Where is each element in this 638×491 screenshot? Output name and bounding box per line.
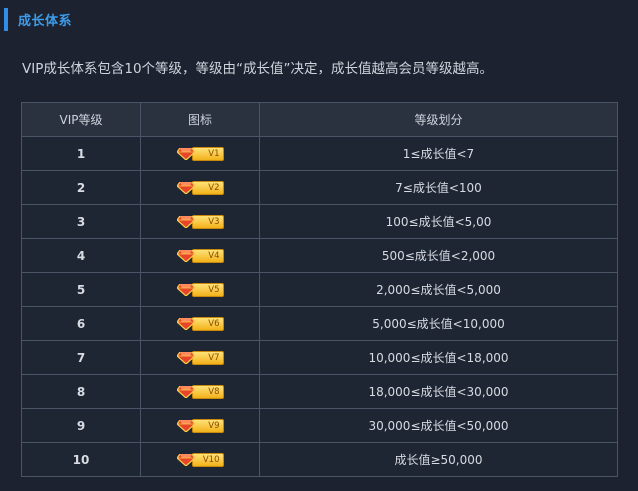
vip-icon-cell: V2 [140,170,260,205]
vip-icon-cell: V7 [140,340,260,375]
table-row: 1 V1 1≤成长值<7 [21,136,618,171]
vip-level-cell: 10 [21,442,141,477]
diamond-gem-icon [176,283,195,296]
diamond-gem-icon [176,351,195,364]
level-range-cell: 成长值≥50,000 [259,442,618,477]
level-range-cell: 5,000≤成长值<10,000 [259,306,618,341]
table-body: 1 V1 1≤成长值<7 2 V2 7≤成长值<100 3 V3 100≤成长值<5,00 4 V4… [21,136,618,477]
vip-level-cell: 9 [21,408,141,443]
level-range-cell: 10,000≤成长值<18,000 [259,340,618,375]
header-level-range: 等级划分 [259,102,618,137]
vip-level-cell: 1 [21,136,141,171]
vip-level-cell: 4 [21,238,141,273]
vip-level-cell: 2 [21,170,141,205]
table-row: 8 V8 18,000≤成长值<30,000 [21,374,618,409]
vip-badge-label: V10 [191,452,224,467]
vip-icon-cell: V4 [140,238,260,273]
table-header-row: VIP等级 图标 等级划分 [21,102,618,137]
vip-icon-cell: V9 [140,408,260,443]
vip-badge-icon: V7 [176,350,224,365]
table-row: 2 V2 7≤成长值<100 [21,170,618,205]
table-row: 7 V7 10,000≤成长值<18,000 [21,340,618,375]
vip-badge-icon: V4 [176,248,224,263]
level-range-cell: 1≤成长值<7 [259,136,618,171]
vip-icon-cell: V8 [140,374,260,409]
vip-level-cell: 8 [21,374,141,409]
table-row: 9 V9 30,000≤成长值<50,000 [21,408,618,443]
vip-badge-label: V8 [191,384,224,399]
intro-text: VIP成长体系包含10个等级，等级由“成长值”决定，成长值越高会员等级越高。 [22,61,494,77]
header-icon: 图标 [140,102,260,137]
vip-badge-label: V7 [191,350,224,365]
level-range-cell: 18,000≤成长值<30,000 [259,374,618,409]
vip-icon-cell: V1 [140,136,260,171]
vip-badge-label: V3 [191,214,224,229]
level-range-cell: 7≤成长值<100 [259,170,618,205]
diamond-gem-icon [176,181,195,194]
vip-badge-label: V9 [191,418,224,433]
vip-badge-icon: V2 [176,180,224,195]
vip-badge-icon: V6 [176,316,224,331]
table-row: 10 V10 成长值≥50,000 [21,442,618,477]
table-row: 3 V3 100≤成长值<5,00 [21,204,618,239]
vip-badge-icon: V8 [176,384,224,399]
vip-badge-icon: V3 [176,214,224,229]
vip-badge-label: V6 [191,316,224,331]
diamond-gem-icon [176,147,195,160]
diamond-gem-icon [176,385,195,398]
vip-badge-icon: V5 [176,282,224,297]
vip-badge-label: V5 [191,282,224,297]
vip-icon-cell: V5 [140,272,260,307]
diamond-gem-icon [176,419,195,432]
header-vip-level: VIP等级 [21,102,141,137]
section-title: 成长体系 [18,13,73,29]
level-range-cell: 100≤成长值<5,00 [259,204,618,239]
table-row: 4 V4 500≤成长值<2,000 [21,238,618,273]
vip-level-table: VIP等级 图标 等级划分 1 V1 1≤成长值<7 2 V2 7≤成长值<100 3 V3 1… [21,102,618,477]
level-range-cell: 2,000≤成长值<5,000 [259,272,618,307]
vip-badge-label: V1 [191,146,224,161]
table-row: 5 V5 2,000≤成长值<5,000 [21,272,618,307]
diamond-gem-icon [176,453,195,466]
vip-level-cell: 3 [21,204,141,239]
level-range-cell: 30,000≤成长值<50,000 [259,408,618,443]
vip-badge-label: V2 [191,180,224,195]
section-accent-bar [4,7,8,31]
vip-level-cell: 5 [21,272,141,307]
vip-badge-icon: V10 [176,452,224,467]
vip-badge-label: V4 [191,248,224,263]
diamond-gem-icon [176,249,195,262]
vip-icon-cell: V10 [140,442,260,477]
vip-badge-icon: V1 [176,146,224,161]
table-row: 6 V6 5,000≤成长值<10,000 [21,306,618,341]
vip-level-cell: 7 [21,340,141,375]
level-range-cell: 500≤成长值<2,000 [259,238,618,273]
vip-badge-icon: V9 [176,418,224,433]
vip-icon-cell: V3 [140,204,260,239]
vip-level-cell: 6 [21,306,141,341]
diamond-gem-icon [176,215,195,228]
diamond-gem-icon [176,317,195,330]
section-header: 成长体系 [0,7,72,31]
vip-icon-cell: V6 [140,306,260,341]
